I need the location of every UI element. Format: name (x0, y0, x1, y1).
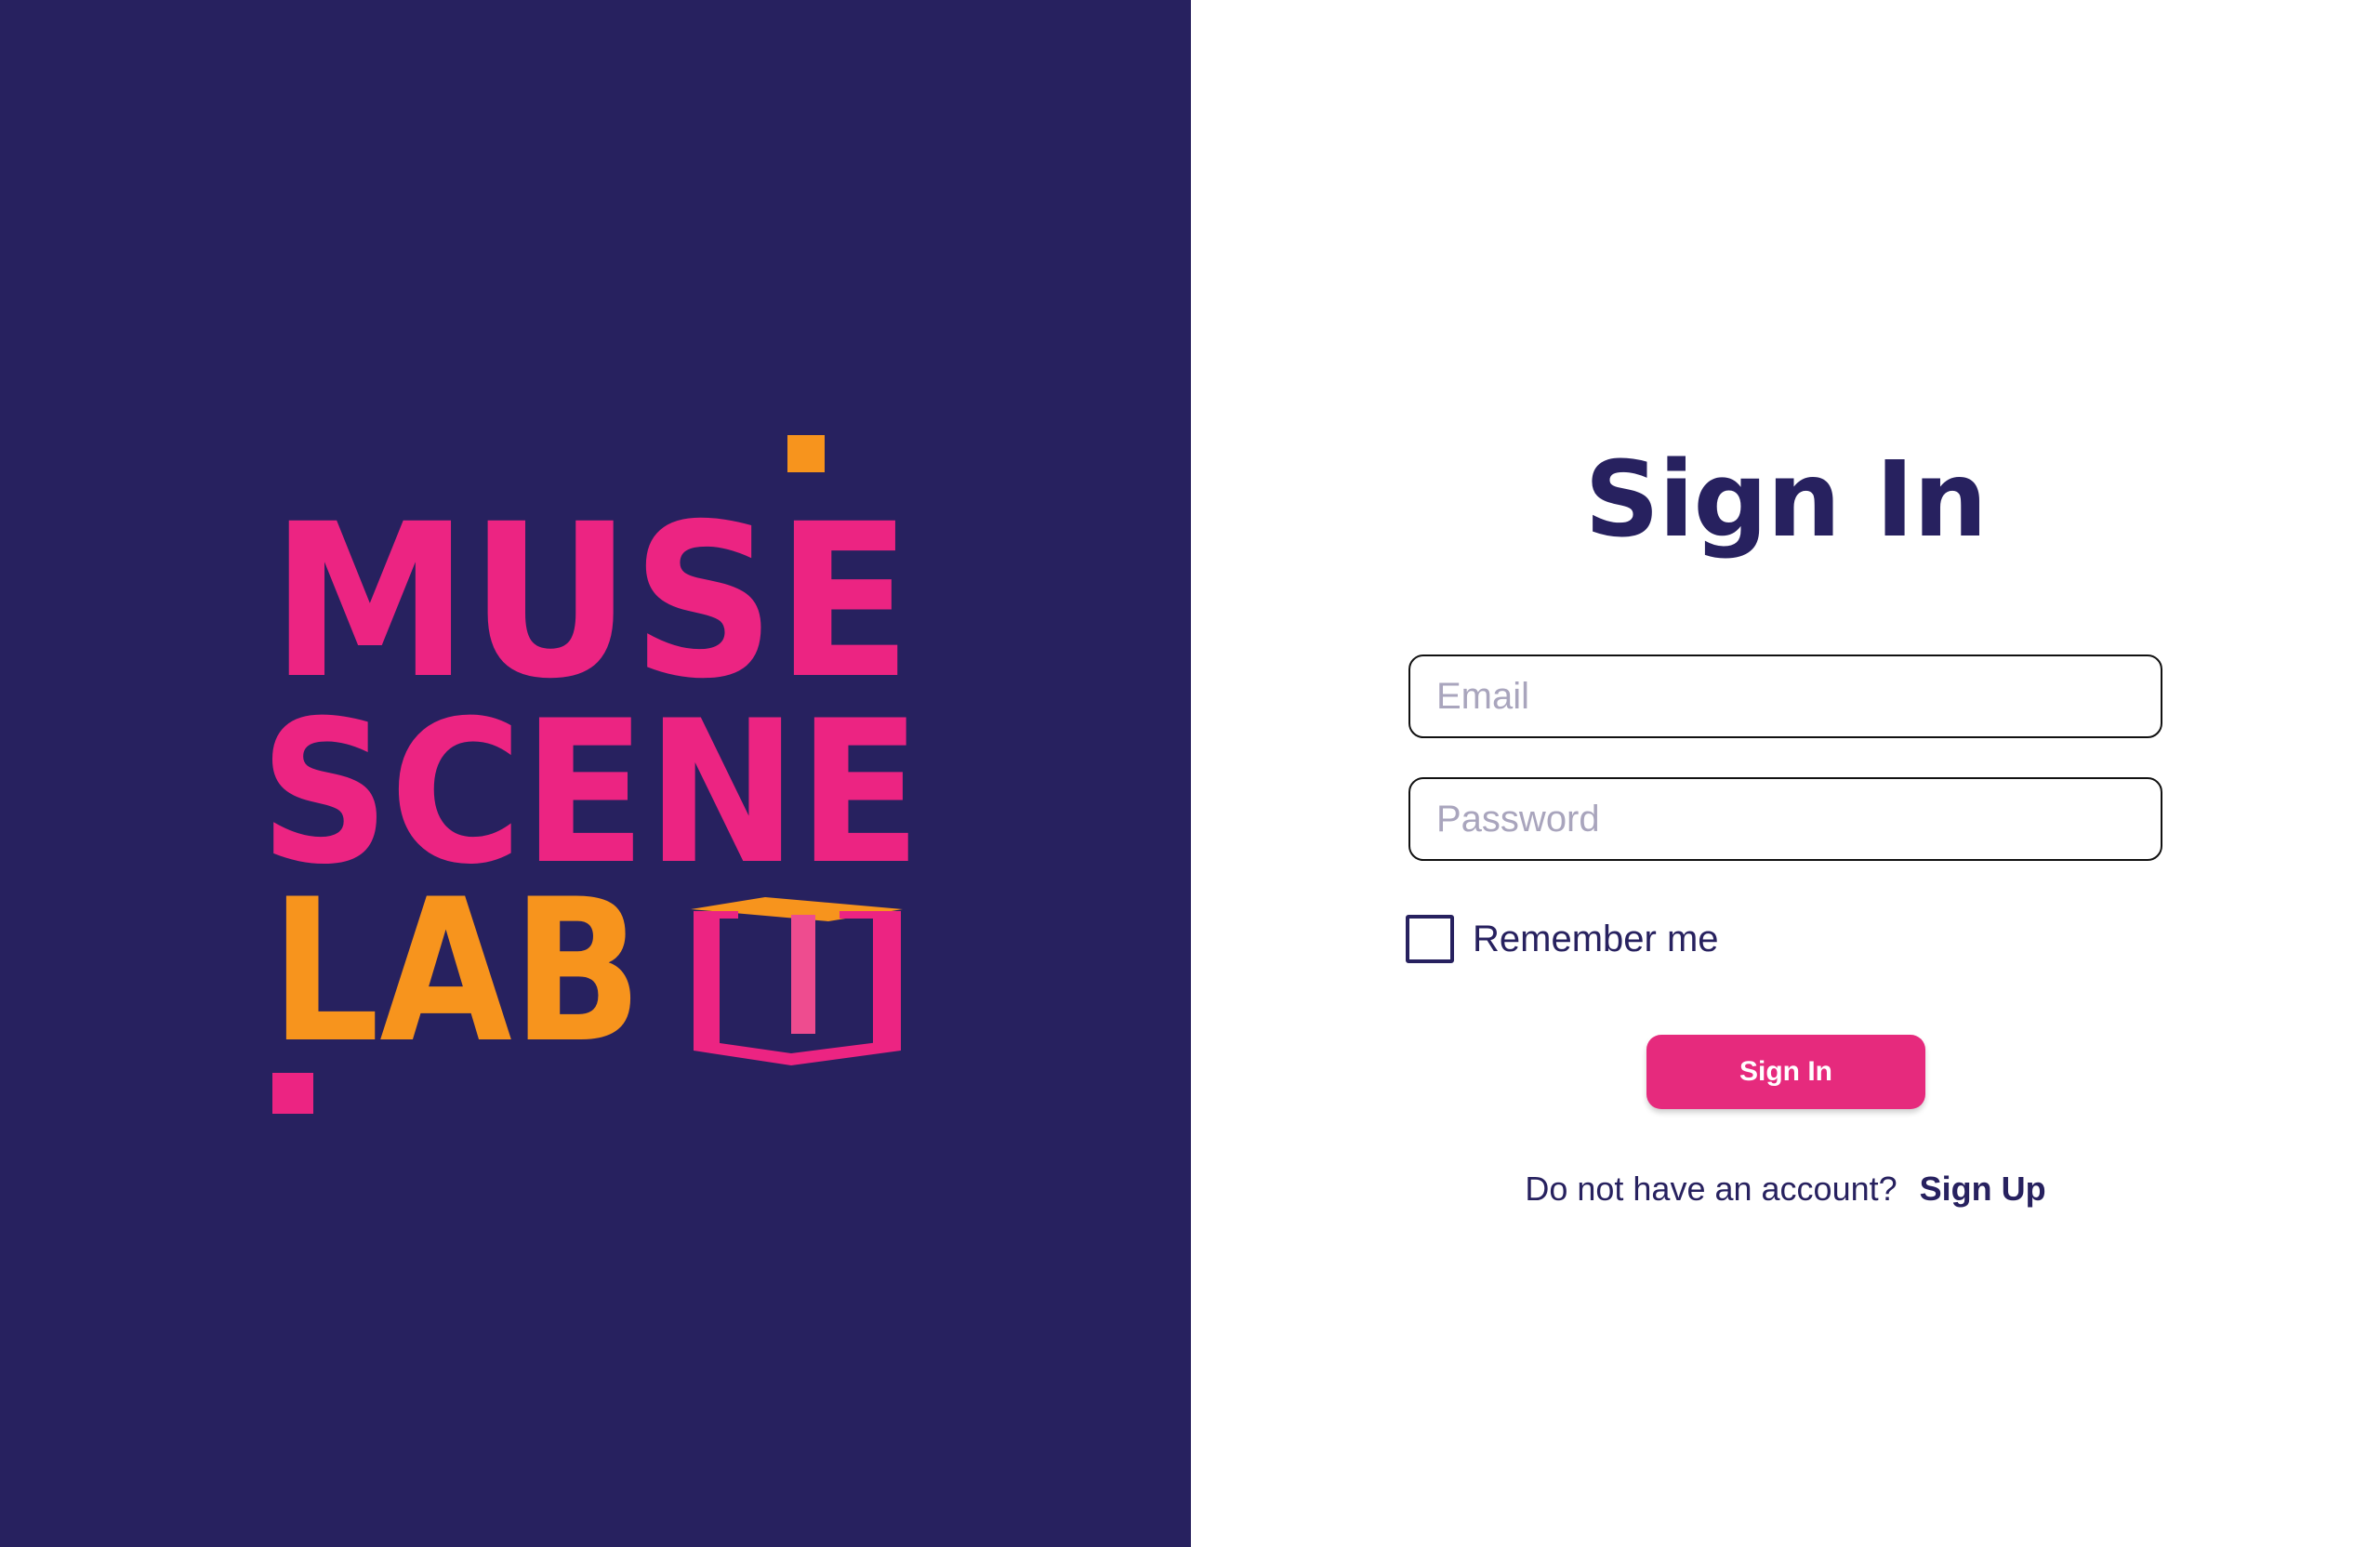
muse-scene-lab-logo: MUSE SCENE LAB (271, 435, 921, 1121)
sign-in-page: MUSE SCENE LAB Sign In Email Remember me… (0, 0, 2380, 1547)
password-field[interactable] (1408, 777, 2162, 861)
remember-me-label: Remember me (1473, 918, 1719, 959)
sign-up-link[interactable]: Sign Up (1920, 1170, 2046, 1208)
signup-prompt-text: Do not have an account? (1525, 1170, 1897, 1208)
email-field[interactable] (1408, 654, 2162, 738)
remember-me-checkbox[interactable] (1406, 915, 1454, 963)
sign-in-button[interactable]: Sign In (1646, 1035, 1925, 1109)
signup-prompt-row: Do not have an account? Sign Up (1191, 1170, 2380, 1209)
sign-in-form-panel: Sign In Remember me Sign In Do not have … (1191, 0, 2380, 1547)
brand-panel: MUSE SCENE LAB (0, 0, 1191, 1547)
svg-text:LAB: LAB (271, 856, 642, 1086)
page-title: Sign In (1584, 440, 1987, 561)
remember-me-option[interactable]: Remember me (1406, 915, 1719, 963)
